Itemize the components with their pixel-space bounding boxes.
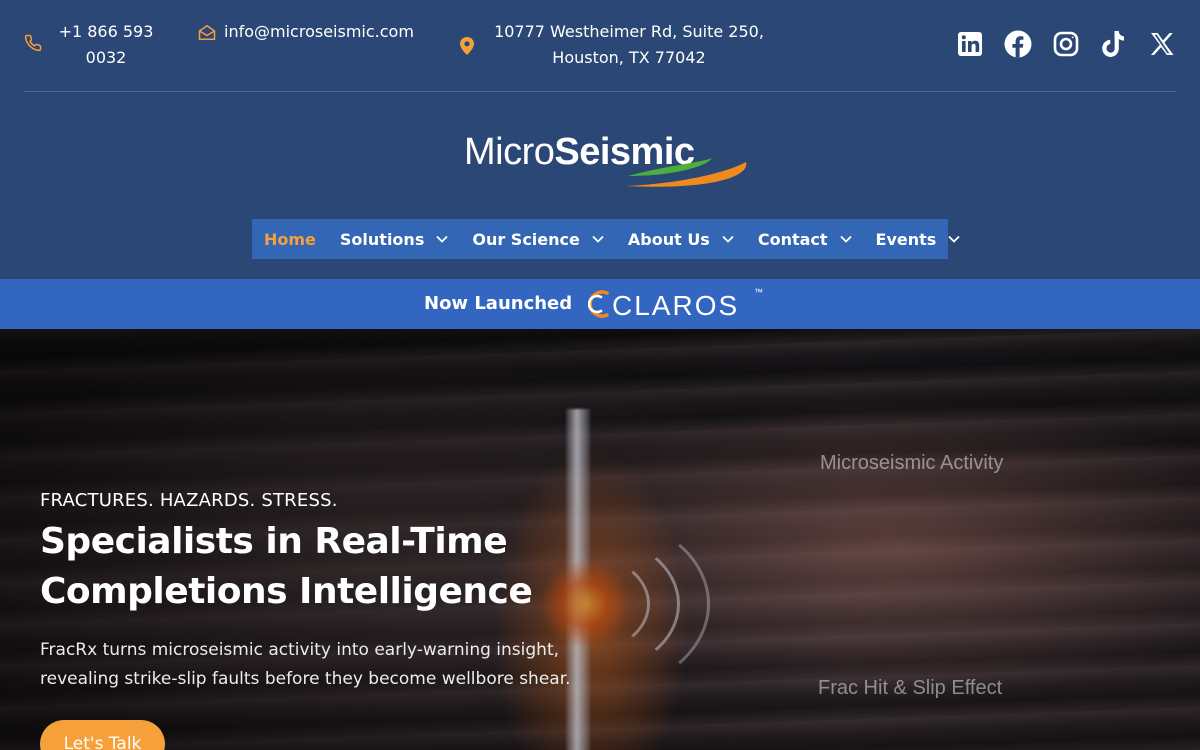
instagram-icon [1053,31,1079,57]
phone-number[interactable]: +1 866 593 0032 [50,19,162,71]
chevron-down-icon [592,235,604,243]
nav-item-label: Solutions [339,229,425,249]
tiktok-link[interactable] [1098,28,1130,60]
topbar-divider [24,91,1176,92]
linkedin-link[interactable] [954,28,986,60]
email-address[interactable]: info@microseismic.com [224,19,414,45]
facebook-icon [1004,30,1032,58]
nav-item-solutions[interactable]: Solutions [340,230,448,249]
instagram-link[interactable] [1050,28,1082,60]
image-label-microseismic-activity: Microseismic Activity [820,452,1004,474]
chevron-down-icon [436,235,448,243]
nav-item-label: Contact [757,229,828,249]
hero-eyebrow: FRACTURES. HAZARDS. STRESS. [40,490,338,511]
microseismic-logo[interactable]: MicroSeismic [464,128,754,194]
announcement-banner[interactable]: Now Launched CLAROS ™ [0,279,1200,329]
phone-icon [24,34,42,52]
trademark-symbol: ™ [754,287,763,297]
street-address: 10777 Westheimer Rd, Suite 250, Houston,… [494,22,764,67]
chevron-down-icon [722,235,734,243]
nav-item-about-us[interactable]: About Us [628,230,734,249]
nav-item-home[interactable]: Home [264,230,316,249]
facebook-link[interactable] [1002,28,1034,60]
image-label-frac-hit: Frac Hit & Slip Effect [818,677,1003,699]
envelope-icon [198,25,216,40]
hero-description: FracRx turns microseismic activity into … [40,640,571,689]
nav-item-contact[interactable]: Contact [758,230,852,249]
hero-heading: Specialists in Real-Time Completions Int… [40,521,533,612]
map-pin-icon [460,37,474,55]
nav-item-our-science[interactable]: Our Science [472,230,604,249]
hero-section: Microseismic Activity Frac Hit & Slip Ef… [0,329,1200,750]
top-contact-bar: +1 866 593 0032 info@microseismic.com 10… [0,0,1200,92]
nav-item-events[interactable]: Events [876,230,961,249]
main-navigation: Home Solutions Our Science About Us Cont… [252,219,960,259]
logo-swoosh-icon [626,158,747,187]
claros-logo-text: CLAROS [612,290,739,321]
now-launched-label[interactable]: Now Launched [424,292,572,316]
nav-item-label: Our Science [472,229,580,249]
nav-item-label: Events [875,229,937,249]
lets-talk-button[interactable]: Let's Talk [40,720,165,750]
nav-item-label: About Us [627,229,710,249]
linkedin-icon [958,32,982,56]
nav-item-label: Home [264,229,316,249]
chevron-down-icon [839,235,852,243]
x-twitter-link[interactable] [1146,28,1178,60]
claros-logo[interactable]: CLAROS ™ [588,287,766,321]
logo-text-micro: Micro [464,131,555,173]
x-icon [1150,33,1174,55]
tiktok-icon [1102,31,1124,57]
chevron-down-icon [948,235,960,243]
